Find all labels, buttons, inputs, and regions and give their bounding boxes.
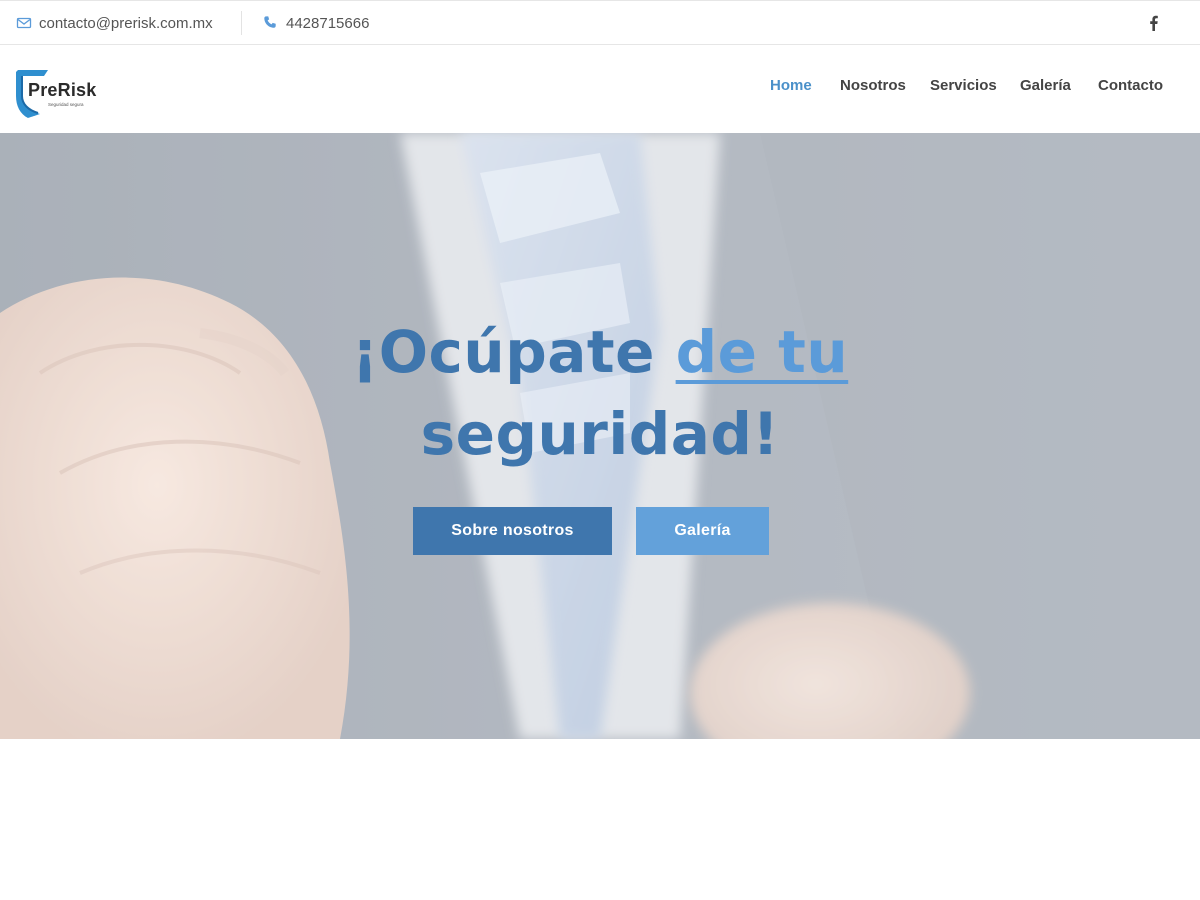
nav-servicios[interactable]: Servicios: [930, 77, 997, 94]
gallery-button[interactable]: Galería: [636, 507, 769, 555]
nav-contacto[interactable]: Contacto: [1098, 77, 1163, 94]
nav-galeria[interactable]: Galería: [1020, 77, 1071, 94]
logo-subtitle: Seguridad segura: [48, 102, 84, 107]
site-header: PreRisk Seguridad segura Home Nosotros S…: [0, 45, 1200, 133]
hero-title: ¡Ocúpate de tu seguridad!: [0, 311, 1200, 475]
top-email[interactable]: contacto@prerisk.com.mx: [16, 1, 213, 45]
hero-title-part2: seguridad!: [420, 400, 780, 468]
topbar-divider: [241, 11, 242, 35]
top-phone[interactable]: 4428715666: [263, 1, 369, 45]
nav-nosotros[interactable]: Nosotros: [840, 77, 906, 94]
phone-text: 4428715666: [286, 14, 370, 32]
top-bar: contacto@prerisk.com.mx 4428715666: [0, 0, 1200, 45]
phone-icon: [263, 15, 279, 31]
facebook-icon[interactable]: [1146, 13, 1160, 33]
nav-home[interactable]: Home: [770, 77, 812, 94]
logo-title: PreRisk: [28, 80, 97, 100]
hero-banner: ¡Ocúpate de tu seguridad! Sobre nosotros…: [0, 133, 1200, 739]
email-text: contacto@prerisk.com.mx: [39, 14, 213, 32]
about-us-button[interactable]: Sobre nosotros: [413, 507, 612, 555]
envelope-icon: [16, 15, 32, 31]
hero-title-highlight: de tu: [675, 318, 849, 386]
content-area: [0, 739, 1200, 900]
hero-title-part1: ¡Ocúpate: [351, 318, 676, 386]
